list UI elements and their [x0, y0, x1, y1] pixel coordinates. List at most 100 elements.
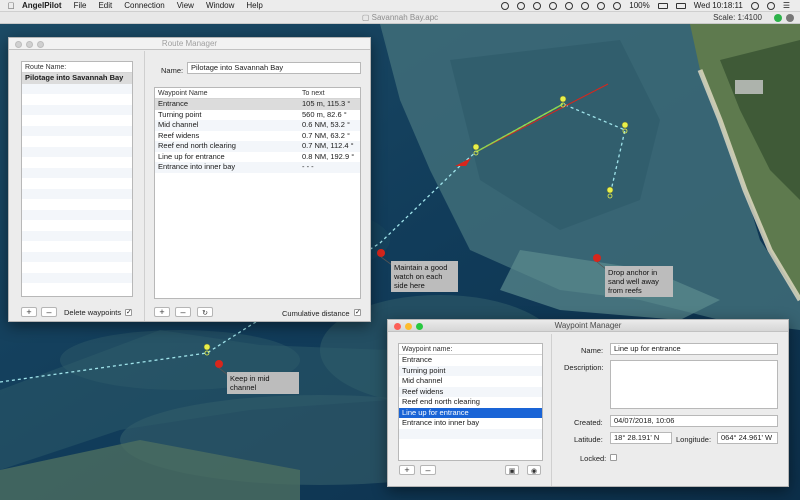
status-icon[interactable]	[501, 1, 510, 10]
route-row[interactable]: Pilotage into Savannah Bay	[22, 73, 132, 84]
binoculars-icon: ◉	[530, 468, 538, 475]
created-field: 04/07/2018, 10:06	[610, 415, 778, 427]
longitude-label: Longitude:	[676, 435, 712, 444]
table-row[interactable]: Entrance 105 m, 115.3 °	[155, 99, 360, 110]
cumulative-distance-label: Cumulative distance	[282, 309, 350, 318]
list-item[interactable]: Turning point	[399, 365, 542, 376]
waypoint-name-cell: Reef widens	[158, 130, 200, 140]
flag-icon[interactable]	[675, 2, 686, 9]
add-waypoint-button[interactable]: +	[154, 307, 170, 317]
map-note-channel[interactable]: Keep in mid channel	[227, 372, 299, 394]
table-row[interactable]: Turning point 560 m, 82.6 °	[155, 110, 360, 121]
minimize-button[interactable]	[26, 41, 33, 48]
route-list-header: Route Name:	[22, 62, 132, 73]
document-title: Savannah Bay.apc	[371, 13, 439, 22]
list-item[interactable]: Reef end north clearing	[399, 397, 542, 408]
time-machine-icon[interactable]	[565, 1, 574, 10]
zoom-button[interactable]	[416, 323, 423, 330]
waypoint-manager-titlebar[interactable]: Waypoint Manager	[388, 320, 788, 332]
empty-row	[22, 262, 132, 273]
gps-status-icon[interactable]	[774, 14, 782, 22]
reverse-icon: ↻	[202, 310, 208, 317]
list-item[interactable]: Mid channel	[399, 376, 542, 387]
route-name-field[interactable]: Pilotage into Savannah Bay	[187, 62, 361, 74]
bluetooth-icon[interactable]	[597, 1, 606, 10]
zoom-button[interactable]	[37, 41, 44, 48]
menu-list-icon[interactable]: ☰	[783, 1, 790, 10]
description-label: Description:	[564, 363, 604, 372]
connection-status-icon[interactable]	[786, 14, 794, 22]
longitude-field[interactable]: 064° 24.961' W	[717, 432, 778, 444]
menu-window[interactable]: Window	[206, 1, 234, 10]
remove-route-button[interactable]: –	[41, 307, 57, 317]
dropbox-icon[interactable]	[533, 1, 542, 10]
waypoint-name-cell: Entrance	[158, 99, 189, 108]
table-row[interactable]: Reef end north clearing 0.7 NM, 112.4 °	[155, 141, 360, 152]
description-field[interactable]	[610, 360, 778, 409]
to-next-cell: 560 m, 82.6 °	[302, 109, 347, 119]
apple-menu-icon[interactable]: 	[0, 1, 22, 11]
close-button[interactable]	[15, 41, 22, 48]
empty-row	[22, 220, 132, 231]
empty-row	[22, 188, 132, 199]
table-row[interactable]: Reef widens 0.7 NM, 63.2 °	[155, 131, 360, 142]
menu-help[interactable]: Help	[246, 1, 262, 10]
list-item[interactable]: Reef widens	[399, 386, 542, 397]
latitude-field[interactable]: 18° 28.191' N	[610, 432, 672, 444]
route-manager-titlebar[interactable]: Route Manager	[9, 38, 370, 50]
sync-icon[interactable]	[549, 1, 558, 10]
empty-row	[399, 428, 542, 439]
menu-view[interactable]: View	[177, 1, 194, 10]
menu-edit[interactable]: Edit	[98, 1, 112, 10]
menu-file[interactable]: File	[74, 1, 87, 10]
document-titlebar: ▢ Savannah Bay.apc Scale: 1:4100	[0, 12, 800, 24]
waypoint-name-field[interactable]: Line up for entrance	[610, 343, 778, 355]
close-button[interactable]	[394, 323, 401, 330]
empty-row	[22, 209, 132, 220]
delete-waypoints-label: Delete waypoints	[64, 308, 122, 317]
table-row[interactable]: Mid channel 0.6 NM, 53.2 °	[155, 120, 360, 131]
table-row[interactable]: Entrance into inner bay - - -	[155, 162, 360, 173]
route-list[interactable]: Route Name: Pilotage into Savannah Bay	[21, 61, 133, 297]
reverse-route-button[interactable]: ↻	[197, 307, 213, 317]
document-icon: ▢	[361, 13, 370, 22]
col-to-next[interactable]: To next	[302, 88, 325, 99]
remove-waypoint-button[interactable]: –	[175, 307, 191, 317]
route-waypoint-table[interactable]: Waypoint Name To next Entrance 105 m, 115…	[154, 87, 361, 299]
cumulative-distance-checkbox[interactable]: ✓	[354, 309, 361, 316]
delete-waypoints-checkbox[interactable]: ✓	[125, 309, 132, 316]
menu-connection[interactable]: Connection	[124, 1, 164, 10]
list-item[interactable]: Entrance into inner bay	[399, 418, 542, 429]
user-icon[interactable]	[766, 1, 775, 10]
locate-waypoint-button[interactable]: ◉	[527, 465, 541, 475]
latitude-label: Latitude:	[574, 435, 603, 444]
empty-row	[22, 115, 132, 126]
list-item-selected[interactable]: Line up for entrance	[399, 407, 542, 418]
table-row[interactable]: Line up for entrance 0.8 NM, 192.9 °	[155, 152, 360, 163]
alarm-icon[interactable]	[581, 1, 590, 10]
list-item[interactable]: Entrance	[399, 355, 542, 366]
locked-checkbox[interactable]	[610, 454, 617, 461]
add-route-button[interactable]: +	[21, 307, 37, 317]
minimize-button[interactable]	[405, 323, 412, 330]
battery-icon[interactable]	[657, 2, 668, 9]
search-icon[interactable]	[750, 1, 759, 10]
add-waypoint-button[interactable]: +	[399, 465, 415, 475]
menu-clock[interactable]: Wed 10:18:11	[694, 1, 743, 10]
battery-percent[interactable]: 100%	[629, 1, 649, 10]
save-waypoint-button[interactable]: ▣	[505, 465, 519, 475]
empty-row	[22, 125, 132, 136]
to-next-cell: 0.8 NM, 192.9 °	[302, 151, 355, 161]
col-waypoint-name[interactable]: Waypoint Name	[158, 88, 208, 99]
wifi-icon[interactable]	[613, 1, 622, 10]
info-icon[interactable]	[517, 1, 526, 10]
waypoint-list-header: Waypoint name:	[399, 344, 542, 355]
map-note-watch[interactable]: Maintain a good watch on each side here	[391, 261, 458, 292]
map-note-anchor[interactable]: Drop anchor in sand well away from reefs	[605, 266, 673, 297]
empty-row	[22, 178, 132, 189]
route-manager-window: Route Manager Route Name: Pilotage into …	[8, 37, 371, 322]
menu-app-name[interactable]: AngelPilot	[22, 1, 62, 10]
waypoint-list[interactable]: Waypoint name: Entrance Turning point Mi…	[398, 343, 543, 461]
empty-row	[22, 83, 132, 94]
remove-waypoint-button[interactable]: –	[420, 465, 436, 475]
